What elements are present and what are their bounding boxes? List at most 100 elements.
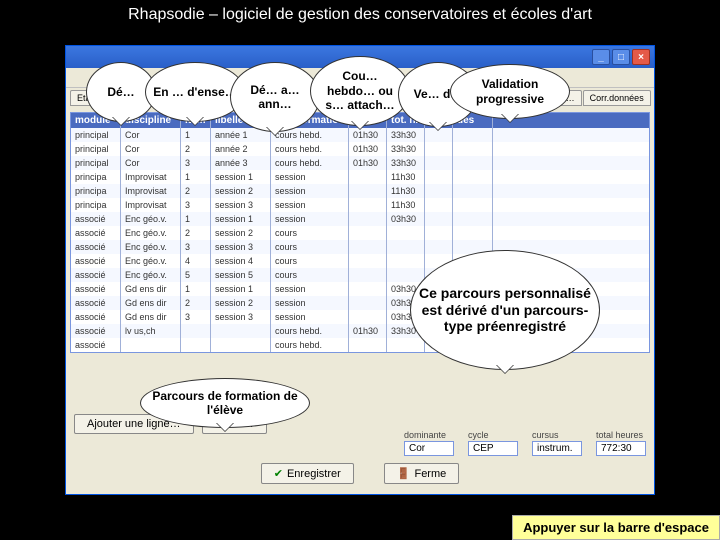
cell: 3 xyxy=(181,310,211,324)
page-title: Rhapsodie – logiciel de gestion des cons… xyxy=(0,0,720,26)
cell: 03h30 xyxy=(387,212,425,226)
cell: 11h30 xyxy=(387,198,425,212)
cell: 1 xyxy=(181,282,211,296)
cell: 11h30 xyxy=(387,170,425,184)
table-row[interactable]: associéEnc géo.v.2session 2cours xyxy=(71,226,649,240)
cell: année 2 xyxy=(211,142,271,156)
cell xyxy=(425,240,453,254)
cell: session 1 xyxy=(211,282,271,296)
cell: principal xyxy=(71,142,121,156)
cell xyxy=(453,212,493,226)
door-icon: 🚪 xyxy=(397,467,411,480)
cell: cours hebd. xyxy=(271,156,349,170)
cursus-value[interactable]: instrum. xyxy=(532,441,582,456)
cell: cours hebd. xyxy=(271,338,349,352)
tab-10[interactable]: Corr.données xyxy=(583,90,651,106)
cell: 1 xyxy=(181,212,211,226)
cell xyxy=(349,226,387,240)
cell: 01h30 xyxy=(349,156,387,170)
cell xyxy=(181,338,211,352)
cell xyxy=(387,254,425,268)
cell: cours xyxy=(271,268,349,282)
cell xyxy=(453,142,493,156)
cell xyxy=(211,338,271,352)
cell: principa xyxy=(71,170,121,184)
save-label: Enregistrer xyxy=(287,468,341,480)
cell: associé xyxy=(71,324,121,338)
callout-3: Dé… a… ann… xyxy=(230,62,320,132)
maximize-button[interactable]: □ xyxy=(612,49,630,65)
cell: associé xyxy=(71,296,121,310)
cell: session xyxy=(271,212,349,226)
cell xyxy=(453,156,493,170)
cell: année 3 xyxy=(211,156,271,170)
cell: session 2 xyxy=(211,226,271,240)
close-button[interactable]: × xyxy=(632,49,650,65)
cell: 01h30 xyxy=(349,142,387,156)
table-row[interactable]: principaImprovisat3session 3session11h30 xyxy=(71,198,649,212)
dominante-value[interactable]: Cor xyxy=(404,441,454,456)
minimize-button[interactable]: _ xyxy=(592,49,610,65)
cell xyxy=(453,184,493,198)
cell xyxy=(387,338,425,352)
cell xyxy=(349,282,387,296)
cell: lv us,ch xyxy=(121,324,181,338)
cell: session xyxy=(271,282,349,296)
cell: 1 xyxy=(181,170,211,184)
cell: Cor xyxy=(121,128,181,142)
cell xyxy=(425,170,453,184)
table-row[interactable]: associéEnc géo.v.3session 3cours xyxy=(71,240,649,254)
cell: associé xyxy=(71,338,121,352)
cell: session 3 xyxy=(211,310,271,324)
cycle-value[interactable]: CEP xyxy=(468,441,518,456)
cell xyxy=(453,128,493,142)
cell: associé xyxy=(71,226,121,240)
cell: session xyxy=(271,184,349,198)
callout-parcours: Parcours de formation de l'élève xyxy=(140,378,310,428)
cell: Enc géo.v. xyxy=(121,226,181,240)
cell: principa xyxy=(71,184,121,198)
close-window-button[interactable]: 🚪Ferme xyxy=(384,463,459,484)
cell: Cor xyxy=(121,156,181,170)
cell: session 5 xyxy=(211,268,271,282)
cell: 3 xyxy=(181,240,211,254)
cell: associé xyxy=(71,268,121,282)
cell: associé xyxy=(71,240,121,254)
cell xyxy=(121,338,181,352)
cell: 2 xyxy=(181,142,211,156)
cell xyxy=(349,310,387,324)
table-row[interactable]: principaImprovisat2session 2session11h30 xyxy=(71,184,649,198)
cursus-label: cursus xyxy=(532,430,582,440)
cell: session 3 xyxy=(211,240,271,254)
cell: associé xyxy=(71,282,121,296)
table-row[interactable]: principalCor2année 2cours hebd.01h3033h3… xyxy=(71,142,649,156)
cell: Enc géo.v. xyxy=(121,254,181,268)
cell: session 4 xyxy=(211,254,271,268)
table-row[interactable]: principalCor3année 3cours hebd.01h3033h3… xyxy=(71,156,649,170)
save-button[interactable]: ✔Enregistrer xyxy=(261,463,354,484)
cell xyxy=(387,268,425,282)
callout-derived: Ce parcours personnalisé est dérivé d'un… xyxy=(410,250,600,370)
cell xyxy=(349,240,387,254)
cell: 33h30 xyxy=(387,156,425,170)
action-bar: ✔Enregistrer 🚪Ferme xyxy=(66,459,654,488)
cell: session 3 xyxy=(211,198,271,212)
cell: session 2 xyxy=(211,296,271,310)
cell: 01h30 xyxy=(349,324,387,338)
table-row[interactable]: principaImprovisat1session 1session11h30 xyxy=(71,170,649,184)
cell: principal xyxy=(71,156,121,170)
cell: session xyxy=(271,170,349,184)
cell xyxy=(349,296,387,310)
cell: 33h30 xyxy=(387,142,425,156)
cell: cours xyxy=(271,254,349,268)
table-row[interactable]: associéEnc géo.v.1session 1session03h30 xyxy=(71,212,649,226)
cell: cours xyxy=(271,240,349,254)
cell: 2 xyxy=(181,296,211,310)
cell: Improvisat xyxy=(121,184,181,198)
cell xyxy=(387,240,425,254)
cell: Improvisat xyxy=(121,198,181,212)
cell: Gd ens dir xyxy=(121,282,181,296)
cell: principa xyxy=(71,198,121,212)
cell: 4 xyxy=(181,254,211,268)
callout-4: Cou… hebdo… ou s… attach… xyxy=(310,56,410,126)
